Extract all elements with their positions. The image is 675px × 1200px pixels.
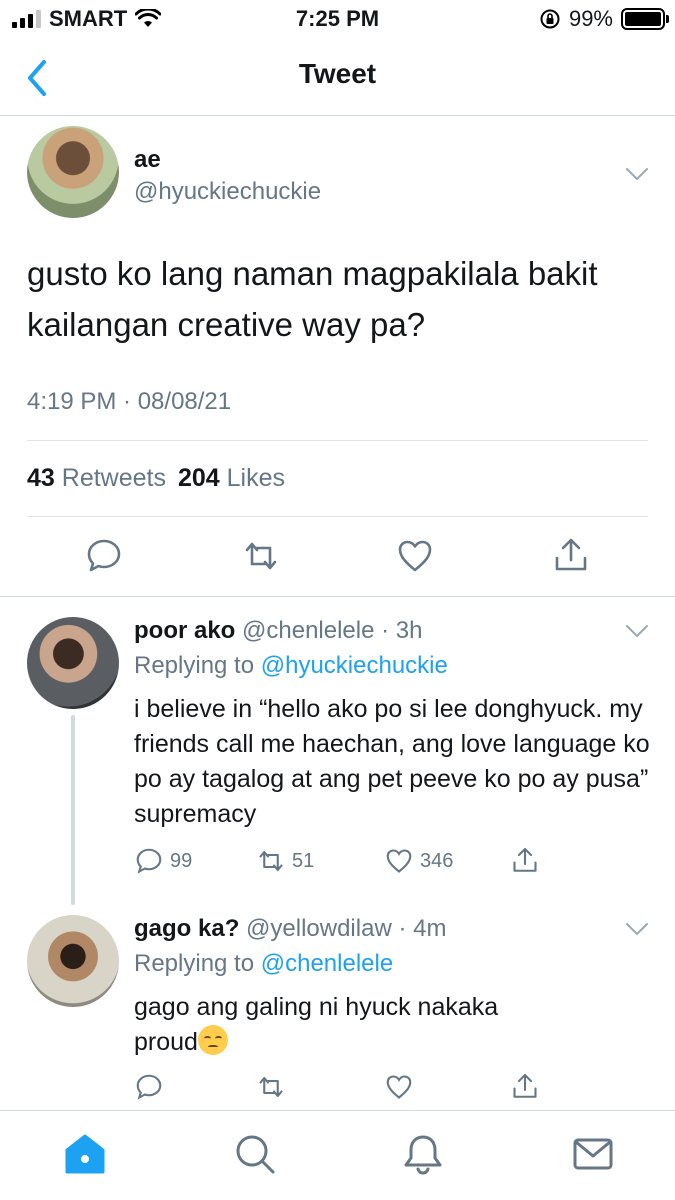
- reply-header: poor ako @chenlelele · 3h: [134, 617, 423, 645]
- reply-icon: [136, 848, 162, 874]
- home-icon[interactable]: [62, 1131, 108, 1177]
- reply-display-name[interactable]: poor ako: [134, 617, 235, 644]
- battery-percent: 99%: [568, 6, 613, 31]
- avatar[interactable]: [27, 126, 119, 218]
- avatar[interactable]: [27, 915, 119, 1007]
- author-handle[interactable]: @hyuckiechuckie: [134, 178, 321, 206]
- retweet-count: 51: [292, 849, 315, 872]
- replying-to: Replying to @chenlelele: [134, 950, 393, 978]
- battery-icon: [621, 8, 669, 30]
- reply-display-name[interactable]: gago ka?: [134, 915, 239, 942]
- reply-action[interactable]: [134, 1072, 164, 1102]
- reply-icon: [136, 1074, 162, 1100]
- replying-to-prefix: Replying to: [134, 652, 255, 679]
- tab-bar: [0, 1110, 675, 1200]
- reply-text: i believe in “hello ako po si lee donghy…: [134, 695, 650, 828]
- status-right: 99%: [539, 6, 669, 32]
- reply-actions: [134, 1072, 654, 1108]
- reply-age: · 3h: [381, 617, 423, 644]
- retweet-icon: [259, 850, 283, 872]
- reply-count: 99: [170, 849, 193, 872]
- retweet-icon[interactable]: [241, 536, 281, 576]
- orientation-lock-icon: [540, 9, 560, 29]
- likes-label: Likes: [226, 464, 286, 492]
- engagement-stats: 43 Retweets 204 Likes: [27, 464, 285, 493]
- likes-stat[interactable]: 204 Likes: [178, 464, 285, 493]
- likes-count: 204: [177, 464, 220, 492]
- retweets-label: Retweets: [61, 464, 166, 492]
- like-heart-icon[interactable]: [395, 536, 435, 576]
- share-icon: [513, 847, 537, 872]
- divider: [27, 440, 648, 441]
- retweet-action[interactable]: [256, 1072, 286, 1102]
- reply-action[interactable]: 99: [134, 846, 192, 876]
- pensive-face-emoji-icon: [197, 1025, 228, 1055]
- section-divider: [0, 596, 675, 597]
- reply-handle[interactable]: @chenlelele: [242, 617, 374, 644]
- author-display-name[interactable]: ae: [134, 146, 161, 174]
- retweet-icon: [259, 1076, 283, 1098]
- reply-text-container: gago ang galing ni hyuck nakaka proud: [134, 990, 564, 1060]
- reply-handle[interactable]: @yellowdilaw: [246, 915, 392, 942]
- search-icon[interactable]: [232, 1131, 278, 1177]
- like-heart-icon: [386, 849, 412, 873]
- tweet-actions: [0, 536, 675, 596]
- chevron-down-icon[interactable]: [625, 623, 649, 639]
- reply-actions: 99 51 346: [134, 846, 654, 882]
- replying-to: Replying to @hyuckiechuckie: [134, 652, 448, 680]
- reply-icon[interactable]: [84, 536, 124, 576]
- retweets-count: 43: [27, 464, 55, 492]
- reply-age: · 4m: [398, 915, 447, 942]
- like-count: 346: [420, 849, 454, 872]
- retweets-stat[interactable]: 43 Retweets: [27, 464, 166, 493]
- replying-to-prefix: Replying to: [134, 950, 255, 977]
- tweet-text: gusto ko lang naman magpakilala bakit ka…: [27, 255, 598, 343]
- like-action[interactable]: [384, 1072, 414, 1102]
- tweet-timestamp: 4:19 PM · 08/08/21: [27, 388, 232, 415]
- share-icon[interactable]: [551, 536, 591, 576]
- thread-line: [71, 715, 75, 905]
- share-action[interactable]: [510, 1072, 540, 1102]
- replying-to-link[interactable]: @hyuckiechuckie: [261, 652, 448, 679]
- notifications-bell-icon[interactable]: [400, 1131, 446, 1177]
- replying-to-link[interactable]: @chenlelele: [261, 950, 393, 977]
- share-icon: [513, 1073, 537, 1098]
- messages-envelope-icon[interactable]: [570, 1131, 616, 1177]
- share-action[interactable]: [510, 846, 540, 876]
- chevron-down-icon[interactable]: [625, 921, 649, 937]
- divider: [27, 516, 648, 517]
- reply-header: gago ka? @yellowdilaw · 4m: [134, 915, 446, 943]
- retweet-action[interactable]: 51: [256, 846, 314, 876]
- like-heart-icon: [386, 1075, 412, 1099]
- avatar[interactable]: [27, 617, 119, 709]
- navigation-bar: Tweet: [0, 38, 675, 116]
- status-bar: SMART 7:25 PM 99%: [0, 0, 675, 38]
- reply-text: gago ang galing ni hyuck nakaka proud: [134, 993, 499, 1056]
- page-title: Tweet: [298, 58, 377, 89]
- like-action[interactable]: 346: [384, 846, 453, 876]
- chevron-down-icon[interactable]: [625, 166, 649, 182]
